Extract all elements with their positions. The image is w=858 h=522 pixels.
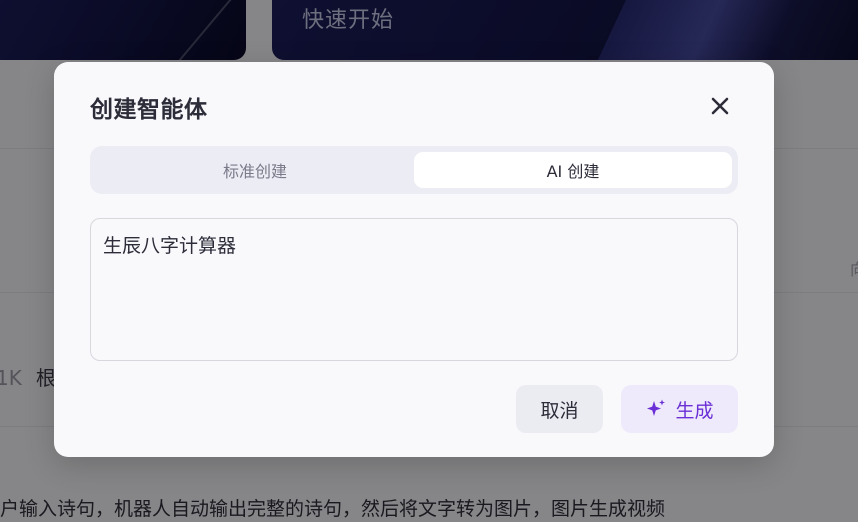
- sparkle-icon: [645, 398, 667, 420]
- tab-ai-create[interactable]: AI 创建: [414, 152, 732, 188]
- close-button[interactable]: [704, 90, 736, 122]
- cancel-label: 取消: [540, 399, 579, 422]
- close-icon: [711, 97, 729, 115]
- generate-button[interactable]: 生成: [621, 385, 738, 433]
- tab-standard-create[interactable]: 标准创建: [96, 152, 414, 188]
- dialog-title: 创建智能体: [90, 97, 208, 123]
- create-agent-dialog: 创建智能体 标准创建 AI 创建 生辰八字计算器 取消 生成: [54, 62, 774, 457]
- creation-mode-tabs: 标准创建 AI 创建: [90, 146, 738, 194]
- agent-prompt-input[interactable]: 生辰八字计算器: [90, 218, 738, 361]
- cancel-button[interactable]: 取消: [516, 385, 603, 433]
- generate-label: 生成: [675, 399, 714, 422]
